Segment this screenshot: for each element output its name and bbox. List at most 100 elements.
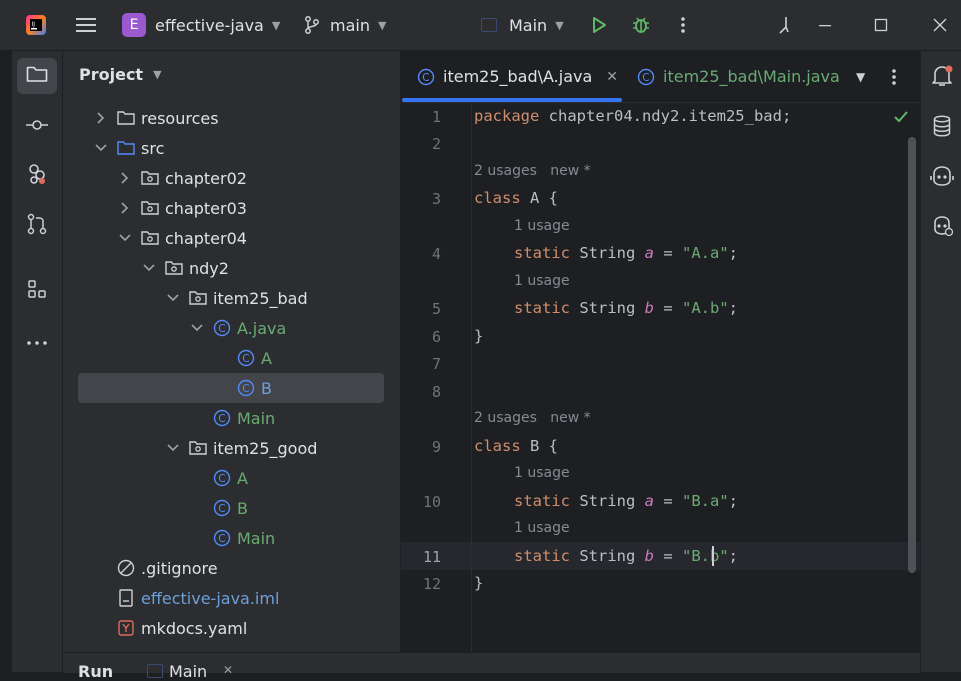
chevron-right-icon[interactable] xyxy=(118,171,132,185)
pull-requests-tool-button[interactable] xyxy=(17,208,57,244)
tree-item-resources[interactable]: resources xyxy=(78,103,384,133)
copilot-icon[interactable] xyxy=(926,210,958,242)
svg-text:C: C xyxy=(422,72,429,84)
usages-count: 2 usages xyxy=(474,163,537,179)
run-config-selector[interactable]: Main ▼ xyxy=(481,0,564,50)
run-icon[interactable] xyxy=(587,13,611,37)
string-literal: "B.b" xyxy=(682,547,729,565)
tree-item-a-java[interactable]: C A.java xyxy=(78,313,384,343)
code-line-4[interactable]: static String a = "A.a"; xyxy=(474,244,738,262)
code-line-9[interactable]: class B { xyxy=(474,437,558,455)
chevron-down-icon[interactable] xyxy=(118,231,132,245)
editor-scrollbar[interactable] xyxy=(908,137,916,573)
tabs-dropdown-icon[interactable]: ▼ xyxy=(856,51,865,102)
tree-item-effective-java-iml[interactable]: effective-java.iml xyxy=(78,583,384,613)
usage-hint[interactable]: 2 usages new * xyxy=(474,410,591,426)
svg-text:C: C xyxy=(218,413,225,425)
tree-item-main[interactable]: C Main xyxy=(78,403,384,433)
svg-text:C: C xyxy=(242,353,249,365)
code-text: ; xyxy=(728,299,739,317)
line-number: 3 xyxy=(431,190,441,208)
code-line-12[interactable]: } xyxy=(474,574,483,592)
tree-item-gitignore[interactable]: .gitignore xyxy=(78,553,384,583)
commit-tool-button[interactable] xyxy=(17,108,57,144)
tree-item-a[interactable]: CA xyxy=(78,463,384,493)
tree-item-label: chapter04 xyxy=(165,228,247,248)
maximize-icon[interactable] xyxy=(869,13,893,37)
usages-count: 2 usages xyxy=(474,410,537,426)
tree-item-chapter02[interactable]: chapter02 xyxy=(78,163,384,193)
hamburger-menu-icon[interactable] xyxy=(74,13,98,37)
chevron-down-icon[interactable] xyxy=(166,291,180,305)
project-tool-button[interactable] xyxy=(17,58,57,94)
code-text: = xyxy=(654,299,682,317)
chevron-down-icon[interactable] xyxy=(166,441,180,455)
notifications-icon[interactable] xyxy=(926,60,958,92)
project-selector[interactable]: E effective-java ▼ xyxy=(122,0,280,50)
chevron-down-icon[interactable] xyxy=(142,261,156,275)
package-icon xyxy=(141,199,159,217)
tree-item-label: item25_good xyxy=(213,438,318,458)
ai-assistant-icon[interactable] xyxy=(926,160,958,192)
title-bar: IJ E effective-java ▼ main ▼ Main ▼ xyxy=(0,0,961,51)
keyword: class xyxy=(474,437,521,455)
tab-label: item25_bad\Main.java xyxy=(663,67,840,86)
structure-tool-button[interactable] xyxy=(17,273,57,309)
usage-hint[interactable]: 1 usage xyxy=(514,520,570,536)
close-icon[interactable] xyxy=(928,13,952,37)
tree-item-label: A xyxy=(237,468,248,488)
more-tools-button[interactable] xyxy=(17,322,57,358)
tabs-more-icon[interactable] xyxy=(891,51,897,102)
project-panel-header[interactable]: Project ▼ xyxy=(79,65,162,84)
debug-icon[interactable] xyxy=(629,13,653,37)
tab-a-java[interactable]: C item25_bad\A.java ✕ xyxy=(417,51,618,102)
checkmark-icon[interactable] xyxy=(893,109,909,128)
tree-item-a[interactable]: CA xyxy=(78,343,384,373)
tree-item-item25-good[interactable]: item25_good xyxy=(78,433,384,463)
tree-item-src[interactable]: src xyxy=(78,133,384,163)
package-icon xyxy=(141,169,159,187)
minimize-icon[interactable] xyxy=(813,13,837,37)
code-line-5[interactable]: static String b = "A.b"; xyxy=(474,299,738,317)
code-line-11[interactable]: static String b = "B.b"; xyxy=(474,547,738,565)
chevron-right-icon[interactable] xyxy=(118,201,132,215)
tree-item-chapter03[interactable]: chapter03 xyxy=(78,193,384,223)
usage-hint[interactable]: 1 usage xyxy=(514,465,570,481)
usage-hint[interactable]: 1 usage xyxy=(514,273,570,289)
code-text: ; xyxy=(728,492,739,510)
code-text: String xyxy=(570,547,645,565)
code-line-6[interactable]: } xyxy=(474,327,483,345)
tree-item-ndy2[interactable]: ndy2 xyxy=(78,253,384,283)
usage-hint[interactable]: 1 usage xyxy=(514,218,570,234)
tree-item-b[interactable]: CB xyxy=(78,493,384,523)
chevron-down-icon[interactable] xyxy=(94,141,108,155)
branch-selector[interactable]: main ▼ xyxy=(304,0,386,50)
tab-close-icon[interactable]: ✕ xyxy=(606,69,618,85)
tree-item-item25-bad[interactable]: item25_bad xyxy=(78,283,384,313)
project-panel: Project ▼ resources src chapter02 chapter03… xyxy=(63,51,459,672)
database-icon[interactable] xyxy=(926,110,958,142)
more-icon[interactable] xyxy=(671,13,695,37)
tree-item-b[interactable]: CB xyxy=(78,373,384,403)
code-line-3[interactable]: class A { xyxy=(474,189,558,207)
code-text: ; xyxy=(728,244,739,262)
line-number: 1 xyxy=(431,108,441,126)
tab-main-java[interactable]: C item25_bad\Main.java xyxy=(637,51,840,102)
plugins-tool-button[interactable] xyxy=(17,158,57,194)
app-logo-icon[interactable]: IJ xyxy=(24,13,48,37)
chevron-down-icon[interactable] xyxy=(190,321,204,335)
tree-item-chapter04[interactable]: chapter04 xyxy=(78,223,384,253)
class-icon: C xyxy=(213,319,231,337)
profile-icon[interactable] xyxy=(776,13,790,37)
chevron-right-icon[interactable] xyxy=(94,111,108,125)
code-line-10[interactable]: static String a = "B.a"; xyxy=(474,492,738,510)
tree-item-label: A xyxy=(261,348,272,368)
tree-item-main[interactable]: C Main xyxy=(78,523,384,553)
right-tool-strip xyxy=(920,51,961,672)
tree-item-mkdocs-yaml[interactable]: mkdocs.yaml xyxy=(78,613,384,643)
close-icon[interactable]: ✕ xyxy=(223,663,233,677)
code-line-1[interactable]: package chapter04.ndy2.item25_bad; xyxy=(474,107,791,125)
code-text: A { xyxy=(520,189,558,207)
usage-hint[interactable]: 2 usages new * xyxy=(474,163,591,179)
code-text: chapter04.ndy2.item25_bad; xyxy=(539,107,792,125)
